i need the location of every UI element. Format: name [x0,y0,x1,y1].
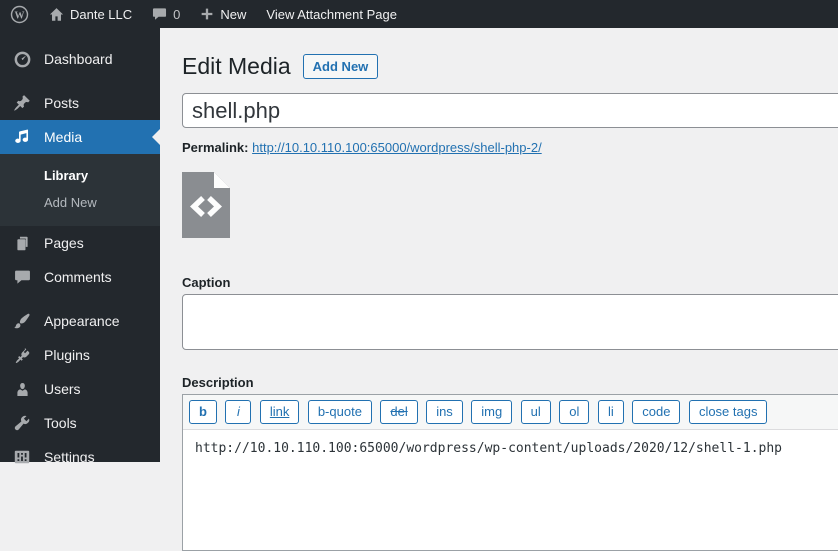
paintbrush-icon [10,311,34,331]
add-new-button[interactable]: Add New [302,53,379,79]
sidebar-item-label: Appearance [44,313,120,329]
svg-text:W: W [15,10,25,21]
caption-label: Caption [182,275,231,290]
new-content-menu[interactable]: New [192,0,254,28]
sidebar-item-pages[interactable]: Pages [0,226,160,260]
submenu-item-label: Library [44,168,89,183]
comment-icon [152,7,167,21]
sidebar-item-label: Comments [44,269,112,285]
sidebar-item-label: Posts [44,95,80,111]
plus-icon [200,7,214,21]
sidebar-item-dashboard[interactable]: Dashboard [0,42,160,76]
permalink-link[interactable]: http://10.10.110.100:65000/wordpress/she… [252,140,542,155]
sidebar-item-settings[interactable]: Settings [0,440,160,474]
new-label: New [220,6,247,22]
sidebar-item-users[interactable]: Users [0,372,160,406]
settings-panel-icon [10,447,34,467]
home-icon [49,7,64,22]
media-submenu: Library Add New [0,154,160,226]
submenu-item-add-new[interactable]: Add New [0,189,160,216]
quicktag-ins-button[interactable]: ins [426,400,463,424]
site-name-menu[interactable]: Dante LLC [41,0,140,28]
sidebar-item-label: Dashboard [44,51,113,67]
admin-sidebar: Dashboard Posts Media Library Add New Pa… [0,28,160,465]
view-attachment-label: View Attachment Page [266,6,397,22]
sidebar-item-label: Tools [44,415,77,431]
wordpress-logo-icon: W [10,5,29,24]
code-file-icon [182,172,230,238]
quicktag-ol-button[interactable]: ol [559,400,590,424]
view-attachment-page-link[interactable]: View Attachment Page [258,0,405,28]
sidebar-item-plugins[interactable]: Plugins [0,338,160,372]
site-name: Dante LLC [70,6,133,22]
menu-separator [0,294,160,304]
sidebar-item-label: Settings [44,449,95,465]
user-icon [10,379,34,399]
edit-media-page: Edit Media Add New Permalink: http://10.… [160,28,838,551]
comment-icon [10,267,34,287]
sidebar-item-label: Plugins [44,347,90,363]
quicktag-img-button[interactable]: img [471,400,513,424]
description-editor: b i link b-quote del ins img ul ol li co… [182,394,838,551]
menu-separator [0,76,160,86]
admin-bar: W Dante LLC 0 New View Attachment Page [0,0,838,28]
quicktag-li-button[interactable]: li [597,400,624,424]
quicktag-bold-button[interactable]: b [189,400,217,424]
sidebar-item-appearance[interactable]: Appearance [0,304,160,338]
plugin-icon [10,345,34,365]
description-label: Description [182,375,254,390]
caption-textarea[interactable] [182,294,838,350]
permalink-label: Permalink: [182,140,249,155]
quicktag-code-button[interactable]: code [632,400,681,424]
sidebar-item-label: Media [44,129,83,145]
wordpress-menu[interactable]: W [2,0,37,28]
quicktag-link-button[interactable]: link [259,400,300,424]
media-note-icon [10,127,34,147]
sidebar-item-tools[interactable]: Tools [0,406,160,440]
permalink-row: Permalink: http://10.10.110.100:65000/wo… [182,140,838,155]
sidebar-item-media[interactable]: Media [0,120,160,154]
comments-count: 0 [173,6,181,22]
pushpin-icon [10,93,34,113]
description-textarea[interactable]: http://10.10.110.100:65000/wordpress/wp-… [183,430,838,550]
page-header: Edit Media Add New [182,52,838,80]
wrench-icon [10,413,34,433]
submenu-item-library[interactable]: Library [0,162,160,189]
dashboard-icon [10,49,34,69]
submenu-item-label: Add New [44,195,97,210]
quicktag-ul-button[interactable]: ul [520,400,551,424]
quicktag-italic-button[interactable]: i [225,400,252,424]
quicktag-del-button[interactable]: del [380,400,418,424]
quicktag-closetags-button[interactable]: close tags [688,400,768,424]
quicktag-bquote-button[interactable]: b-quote [307,400,372,424]
sidebar-item-label: Pages [44,235,84,251]
comments-menu[interactable]: 0 [144,0,188,28]
sidebar-item-label: Users [44,381,81,397]
quicktags-toolbar: b i link b-quote del ins img ul ol li co… [183,395,838,430]
sidebar-item-posts[interactable]: Posts [0,86,160,120]
sidebar-item-comments[interactable]: Comments [0,260,160,294]
media-title-input[interactable] [182,93,838,128]
page-title: Edit Media [182,53,291,79]
pages-icon [10,233,34,253]
